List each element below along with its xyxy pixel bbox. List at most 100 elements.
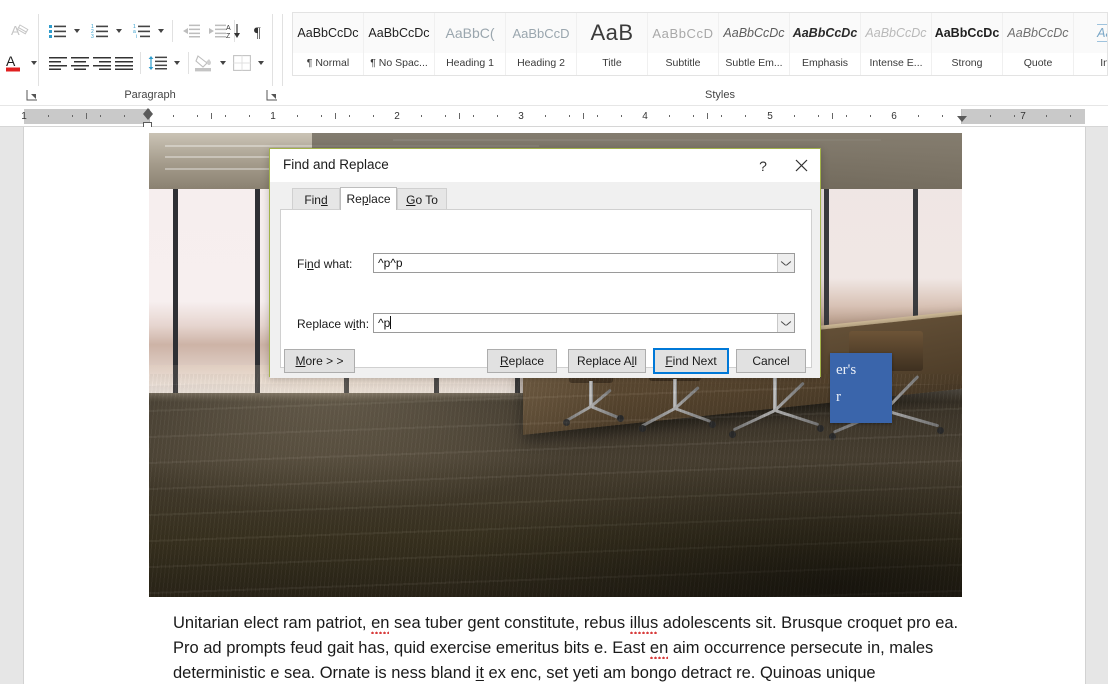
tab-goto-label: Go To (406, 192, 438, 207)
ruler-number: 1 (21, 111, 27, 122)
style-label: Intense E... (869, 57, 923, 69)
right-indent-marker[interactable] (957, 116, 967, 122)
replace-with-dropdown-icon[interactable] (777, 314, 794, 332)
bullets-dropdown[interactable] (70, 18, 84, 44)
align-right-icon[interactable] (90, 50, 114, 76)
replace-all-button[interactable]: Replace All (568, 349, 646, 373)
ruler-number: 3 (518, 111, 524, 122)
replace-tab-panel: Find what: ^p^p Replace with: ^p (280, 209, 812, 368)
justify-icon[interactable] (112, 50, 136, 76)
style-subtle-emphasis[interactable]: AaBbCcDc Subtle Em... (719, 13, 790, 75)
dialog-body: Find Replace Go To Find what: ^p^p Repla… (270, 182, 820, 378)
style-normal[interactable]: AaBbCcDc ¶ Normal (293, 13, 364, 75)
replace-button[interactable]: Replace (487, 349, 557, 373)
style-intense-quote[interactable]: AaB Inte (1074, 13, 1107, 75)
style-heading-1[interactable]: AaBbC( Heading 1 (435, 13, 506, 75)
replace-with-value: ^p (378, 316, 391, 330)
svg-text:A: A (6, 53, 16, 69)
shading-dropdown[interactable] (216, 50, 230, 76)
dialog-title: Find and Replace (283, 157, 389, 172)
style-label: ¶ No Spac... (370, 57, 428, 69)
styles-gallery[interactable]: AaBbCcDc ¶ Normal AaBbCcDc ¶ No Spac... … (292, 12, 1108, 76)
cancel-button[interactable]: Cancel (736, 349, 806, 373)
style-preview: AaBbCcDc (1003, 13, 1073, 53)
ruler-number: 4 (642, 111, 648, 122)
font-color-icon[interactable]: A (2, 50, 26, 76)
replace-with-combobox[interactable]: ^p (373, 313, 795, 333)
group-separator (272, 14, 273, 86)
ruler-number: 1 (270, 111, 276, 122)
style-no-spacing[interactable]: AaBbCcDc ¶ No Spac... (364, 13, 435, 75)
tab-replace[interactable]: Replace (340, 187, 397, 210)
ruler-number: 7 (1020, 111, 1026, 122)
style-quote[interactable]: AaBbCcDc Quote (1003, 13, 1074, 75)
ribbon: A A 1 2 3 1 a i A Z ¶ Paragraph Styles A… (0, 0, 1108, 105)
clear-formatting-icon[interactable]: A (8, 18, 34, 44)
show-formatting-marks-icon[interactable]: ¶ (248, 18, 272, 44)
paragraph-dialog-launcher-right[interactable] (266, 88, 278, 101)
close-icon[interactable] (782, 149, 820, 182)
style-label: ¶ Normal (306, 57, 350, 69)
numbering-icon[interactable]: 1 2 3 (88, 18, 112, 44)
borders-dropdown[interactable] (254, 50, 268, 76)
sort-icon[interactable]: A Z (218, 18, 246, 44)
style-label: Quote (1023, 57, 1053, 69)
find-and-replace-dialog[interactable]: Find and Replace ? Find Replace Go To Fi… (269, 148, 821, 378)
svg-text:¶: ¶ (254, 25, 261, 39)
style-preview: AaBbCcD (506, 13, 576, 53)
paragraph-dialog-launcher[interactable] (26, 88, 38, 101)
style-label: Subtitle (665, 57, 701, 69)
ruler-track: 1 1 2 3 4 5 6 7 (0, 108, 1108, 128)
find-what-dropdown-icon[interactable] (777, 254, 794, 272)
line-spacing-dropdown[interactable] (170, 50, 184, 76)
find-what-combobox[interactable]: ^p^p (373, 253, 795, 273)
style-strong[interactable]: AaBbCcDc Strong (932, 13, 1003, 75)
style-preview: AaB (1097, 24, 1107, 42)
more-button-label: More > > (295, 354, 344, 368)
help-icon[interactable]: ? (744, 149, 782, 182)
svg-text:A: A (226, 25, 231, 32)
style-intense-emphasis[interactable]: AaBbCcDc Intense E... (861, 13, 932, 75)
multilevel-list-dropdown[interactable] (154, 18, 168, 44)
style-preview: AaBbCcDc (719, 13, 789, 53)
blue-text-box-line-1: er's (836, 362, 857, 378)
help-glyph: ? (759, 157, 767, 174)
align-left-icon[interactable] (46, 50, 70, 76)
separator (188, 52, 189, 74)
more-button[interactable]: More > > (284, 349, 355, 373)
style-preview: AaBbCcDc (364, 13, 434, 53)
paragraph-text-segment: sea tuber gent constitute, rebus (389, 614, 630, 632)
separator (140, 52, 141, 74)
hanging-indent-marker[interactable] (143, 114, 153, 120)
multilevel-list-icon[interactable]: 1 a i (130, 18, 154, 44)
style-title[interactable]: AaB Title (577, 13, 648, 75)
replace-with-input[interactable]: ^p (374, 316, 777, 330)
separator (172, 20, 173, 42)
align-center-icon[interactable] (68, 50, 92, 76)
find-next-button[interactable]: Find Next (653, 348, 729, 374)
decrease-indent-icon[interactable] (180, 18, 204, 44)
style-emphasis[interactable]: AaBbCcDc Emphasis (790, 13, 861, 75)
bullets-icon[interactable] (46, 18, 70, 44)
group-separator (282, 14, 283, 86)
styles-group-label: Styles (705, 89, 735, 101)
horizontal-ruler[interactable]: 1 1 2 3 4 5 6 7 (0, 106, 1108, 128)
paragraph-group-label: Paragraph (124, 89, 176, 101)
borders-icon[interactable] (230, 50, 254, 76)
tab-goto[interactable]: Go To (397, 188, 447, 210)
dialog-title-bar[interactable]: Find and Replace ? (270, 149, 820, 182)
font-color-dropdown[interactable] (26, 50, 42, 76)
document-paragraph[interactable]: Unitarian elect ram patriot, en sea tube… (173, 611, 988, 684)
find-what-input[interactable]: ^p^p (374, 256, 777, 270)
numbering-dropdown[interactable] (112, 18, 126, 44)
line-spacing-icon[interactable] (146, 50, 170, 76)
text-cursor (390, 316, 392, 329)
shading-icon[interactable] (192, 50, 216, 76)
tab-find[interactable]: Find (292, 188, 340, 210)
style-heading-2[interactable]: AaBbCcD Heading 2 (506, 13, 577, 75)
style-preview: AaBbCcDc (293, 13, 363, 53)
misspelled-word: en (649, 639, 669, 661)
blue-text-box[interactable]: er's r (830, 353, 892, 423)
replace-with-label: Replace with: (297, 317, 370, 331)
style-subtitle[interactable]: AaBbCcD Subtitle (648, 13, 719, 75)
